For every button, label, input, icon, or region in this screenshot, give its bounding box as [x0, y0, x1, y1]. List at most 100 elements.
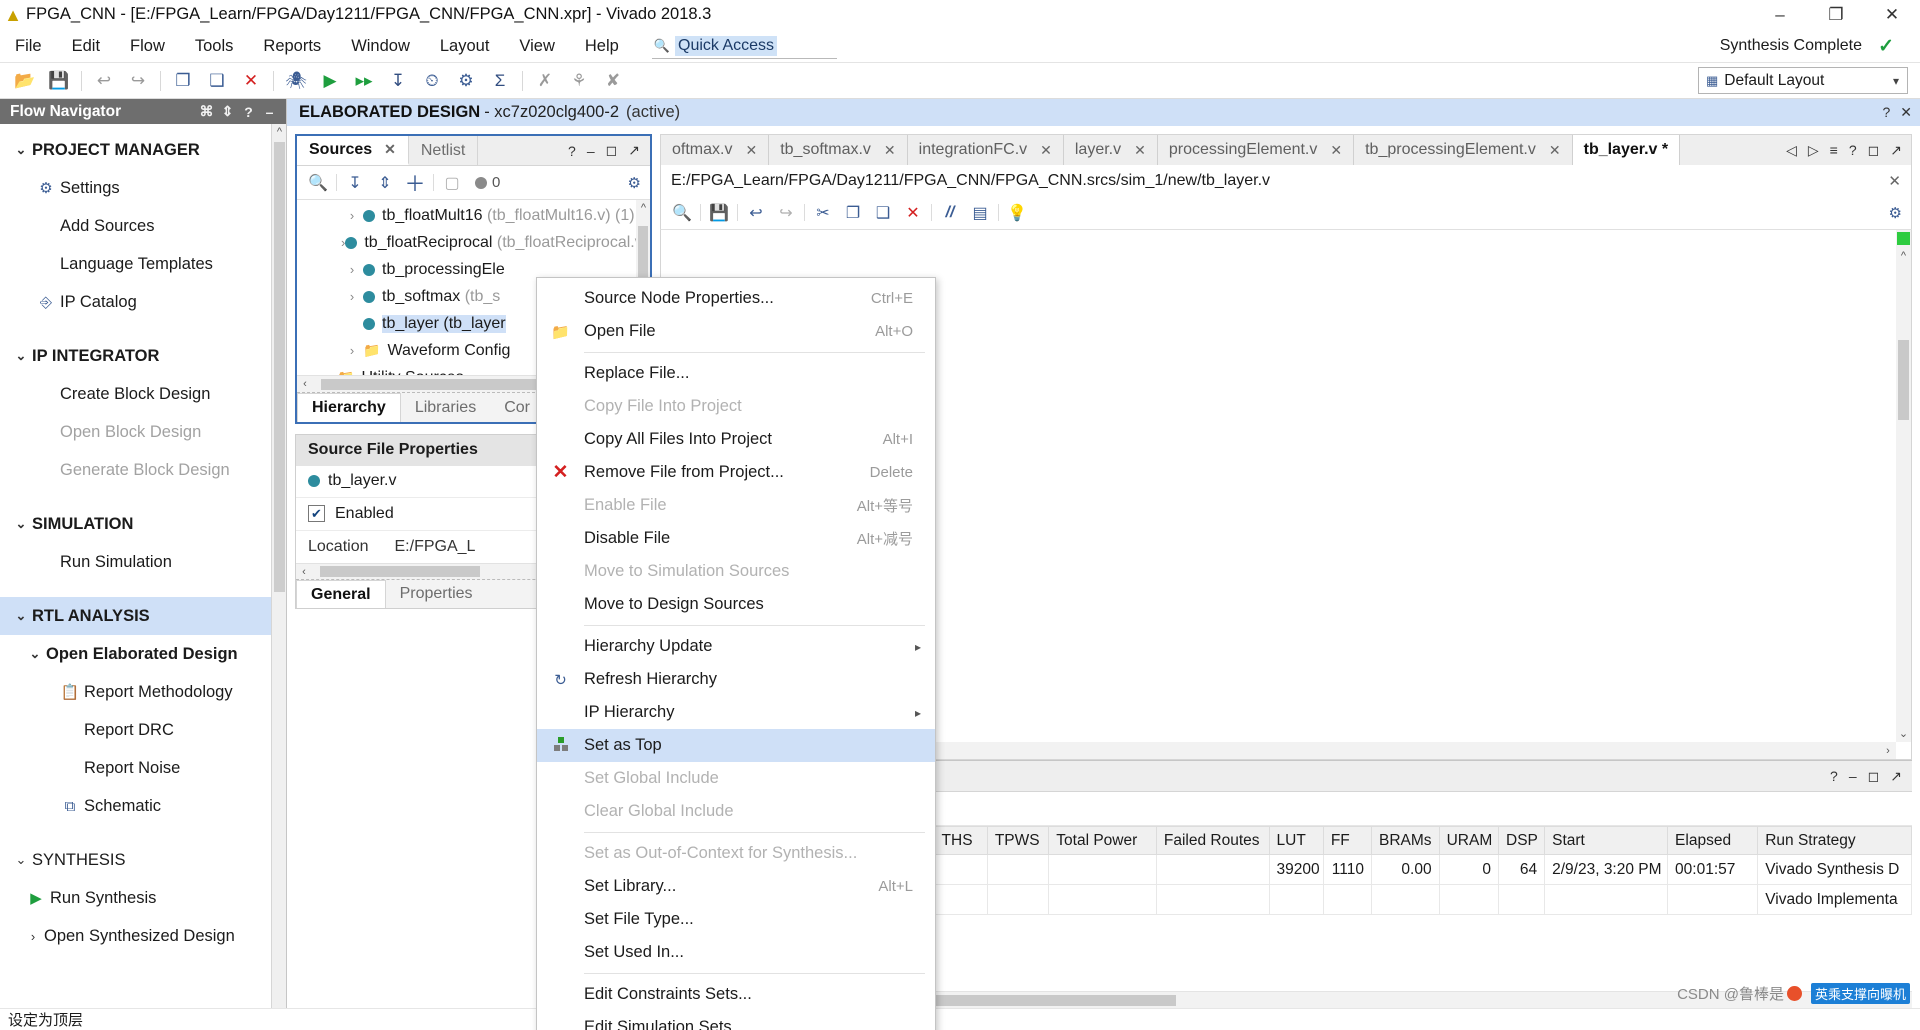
context-menu-item-replace-file[interactable]: Replace File... — [537, 357, 935, 390]
sidebar-item-ip-catalog[interactable]: ⎆ IP Catalog — [0, 283, 286, 321]
open-project-icon[interactable]: 📂 — [8, 66, 42, 96]
sidebar-item-schematic[interactable]: ⧉ Schematic — [0, 787, 286, 825]
hscroll-thumb[interactable] — [321, 378, 541, 390]
tab-netlist[interactable]: Netlist — [409, 136, 479, 165]
search-icon[interactable]: 🔍 — [667, 200, 697, 226]
undo-icon[interactable]: ↩ — [87, 66, 121, 96]
close-icon[interactable]: ✕ — [884, 142, 896, 159]
minimize-icon[interactable]: ◻ — [1868, 142, 1880, 159]
sidebar-item-report-drc[interactable]: Report DRC — [0, 711, 286, 749]
context-menu-item-edit-constraints-sets[interactable]: Edit Constraints Sets... — [537, 978, 935, 1011]
close-icon[interactable]: ✕ — [1888, 172, 1901, 190]
minimize-button[interactable]: – — [1752, 0, 1808, 30]
close-icon[interactable]: ✕ — [1040, 142, 1052, 159]
scroll-thumb[interactable] — [1898, 340, 1909, 420]
col-failed-routes[interactable]: Failed Routes — [1155, 826, 1270, 855]
maximize-icon[interactable]: ◻ — [1868, 768, 1880, 785]
help-icon[interactable]: ▢ — [437, 170, 467, 196]
context-menu-item-set-as-top[interactable]: Set as Top — [537, 729, 935, 762]
menu-reports[interactable]: Reports — [248, 30, 336, 63]
sidebar-item-run-synthesis[interactable]: ▶ Run Synthesis — [0, 879, 286, 917]
expand-icon[interactable]: ⇕ — [217, 103, 238, 120]
context-menu-item-set-file-type[interactable]: Set File Type... — [537, 903, 935, 936]
help-icon[interactable]: ? — [1849, 142, 1857, 158]
scroll-left-icon[interactable]: ‹ — [296, 566, 312, 578]
minimize-icon[interactable]: – — [259, 104, 280, 120]
col-total-power[interactable]: Total Power — [1048, 826, 1157, 855]
paste-icon[interactable]: ❑ — [200, 66, 234, 96]
sidebar-item-run-simulation[interactable]: Run Simulation — [0, 543, 286, 581]
close-icon[interactable]: ✕ — [1900, 104, 1912, 121]
run-step-icon[interactable]: ▸▸ — [347, 66, 381, 96]
sidebar-item-report-methodology[interactable]: 📋 Report Methodology — [0, 673, 286, 711]
redo-icon[interactable]: ↪ — [121, 66, 155, 96]
float-icon[interactable]: ↗ — [1890, 142, 1902, 159]
col-brams[interactable]: BRAMs — [1370, 826, 1440, 855]
help-icon[interactable]: ? — [1830, 768, 1838, 784]
layout-selector[interactable]: ▦ Default Layout ▾ — [1698, 67, 1908, 94]
help-icon[interactable]: ? — [568, 143, 576, 159]
context-menu-item-ip-hierarchy[interactable]: IP Hierarchy ▸ — [537, 696, 935, 729]
scroll-right-icon[interactable]: › — [1880, 745, 1896, 757]
search-icon[interactable]: 🔍 — [303, 170, 333, 196]
sidebar-item-add-sources[interactable]: Add Sources — [0, 207, 286, 245]
paste-icon[interactable]: ❑ — [868, 200, 898, 226]
sidebar-item-settings[interactable]: ⚙ Settings — [0, 169, 286, 207]
context-menu-item-hierarchy-update[interactable]: Hierarchy Update ▸ — [537, 630, 935, 663]
sidebar-item-create-block-design[interactable]: Create Block Design — [0, 375, 286, 413]
col-run-strategy[interactable]: Run Strategy — [1757, 826, 1912, 855]
next-tab-icon[interactable]: ▷ — [1808, 142, 1819, 159]
scroll-down-icon[interactable]: ⌄ — [1897, 727, 1910, 740]
col-ths[interactable]: THS — [933, 826, 988, 855]
close-button[interactable]: ✕ — [1864, 0, 1920, 30]
tab-properties[interactable]: Properties — [386, 580, 487, 608]
context-menu-item-refresh-hierarchy[interactable]: ↻ Refresh Hierarchy — [537, 663, 935, 696]
context-menu-item-edit-simulation-sets[interactable]: Edit Simulation Sets... — [537, 1011, 935, 1030]
menu-file[interactable]: File — [0, 30, 57, 63]
report-icon[interactable]: ⏲ — [415, 66, 449, 96]
chevron-right-icon[interactable]: › — [341, 343, 363, 358]
menu-help[interactable]: Help — [570, 30, 634, 63]
marker-a-icon[interactable]: ✗ — [528, 66, 562, 96]
float-icon[interactable]: ↗ — [628, 142, 640, 159]
scroll-up-icon[interactable]: ^ — [637, 202, 650, 214]
tab-list-icon[interactable]: ≡ — [1830, 142, 1838, 158]
context-menu-item-remove-file-from-project[interactable]: ✕ Remove File from Project... Delete — [537, 456, 935, 489]
col-lut[interactable]: LUT — [1268, 826, 1324, 855]
marker-b-icon[interactable]: ⚘ — [562, 66, 596, 96]
col-start[interactable]: Start — [1544, 826, 1669, 855]
editor-vscrollbar[interactable]: ^ ⌄ — [1896, 230, 1911, 742]
editor-tab-layer[interactable]: layer.v ✕ — [1064, 135, 1158, 165]
copy-icon[interactable]: ❐ — [838, 200, 868, 226]
menu-view[interactable]: View — [504, 30, 569, 63]
context-menu-item-source-node-properties[interactable]: Source Node Properties... Ctrl+E — [537, 282, 935, 315]
sidebar-item-language-templates[interactable]: Language Templates — [0, 245, 286, 283]
sidebar-item-open-synthesized-design[interactable]: › Open Synthesized Design — [0, 917, 286, 955]
bulb-icon[interactable]: 💡 — [1002, 200, 1032, 226]
context-menu-item-set-used-in[interactable]: Set Used In... — [537, 936, 935, 969]
scroll-left-icon[interactable]: ‹ — [297, 378, 313, 390]
minimize-icon[interactable]: – — [587, 143, 595, 159]
menu-tools[interactable]: Tools — [180, 30, 249, 63]
close-icon[interactable]: ✕ — [1549, 142, 1561, 159]
collapse-all-icon[interactable]: ↧ — [340, 170, 370, 196]
tab-hierarchy[interactable]: Hierarchy — [297, 393, 401, 422]
undo-icon[interactable]: ↩ — [741, 200, 771, 226]
run-icon[interactable]: ▶ — [313, 66, 347, 96]
context-menu-item-set-library[interactable]: Set Library... Alt+L — [537, 870, 935, 903]
columns-icon[interactable]: ▤ — [965, 200, 995, 226]
comment-icon[interactable]: // — [935, 200, 965, 226]
context-menu-item-copy-all-files-into-project[interactable]: Copy All Files Into Project Alt+I — [537, 423, 935, 456]
tree-node-tb-floatmult16[interactable]: › tb_floatMult16 (tb_floatMult16.v) (1) — [297, 202, 650, 229]
gear-icon[interactable]: ⚙ — [1889, 204, 1902, 222]
editor-tab-softmax[interactable]: oftmax.v ✕ — [661, 135, 770, 165]
context-menu-item-move-to-design-sources[interactable]: Move to Design Sources — [537, 588, 935, 621]
editor-tab-tb-softmax[interactable]: tb_softmax.v ✕ — [769, 135, 908, 165]
sigma-icon[interactable]: Σ — [483, 66, 517, 96]
chevron-right-icon[interactable]: › — [315, 370, 337, 375]
close-icon[interactable]: ✕ — [745, 142, 757, 159]
add-sources-icon[interactable]: ＋ — [400, 170, 430, 196]
context-menu-item-open-file[interactable]: 📁 Open File Alt+O — [537, 315, 935, 348]
menu-window[interactable]: Window — [336, 30, 425, 63]
col-tpws[interactable]: TPWS — [986, 826, 1050, 855]
